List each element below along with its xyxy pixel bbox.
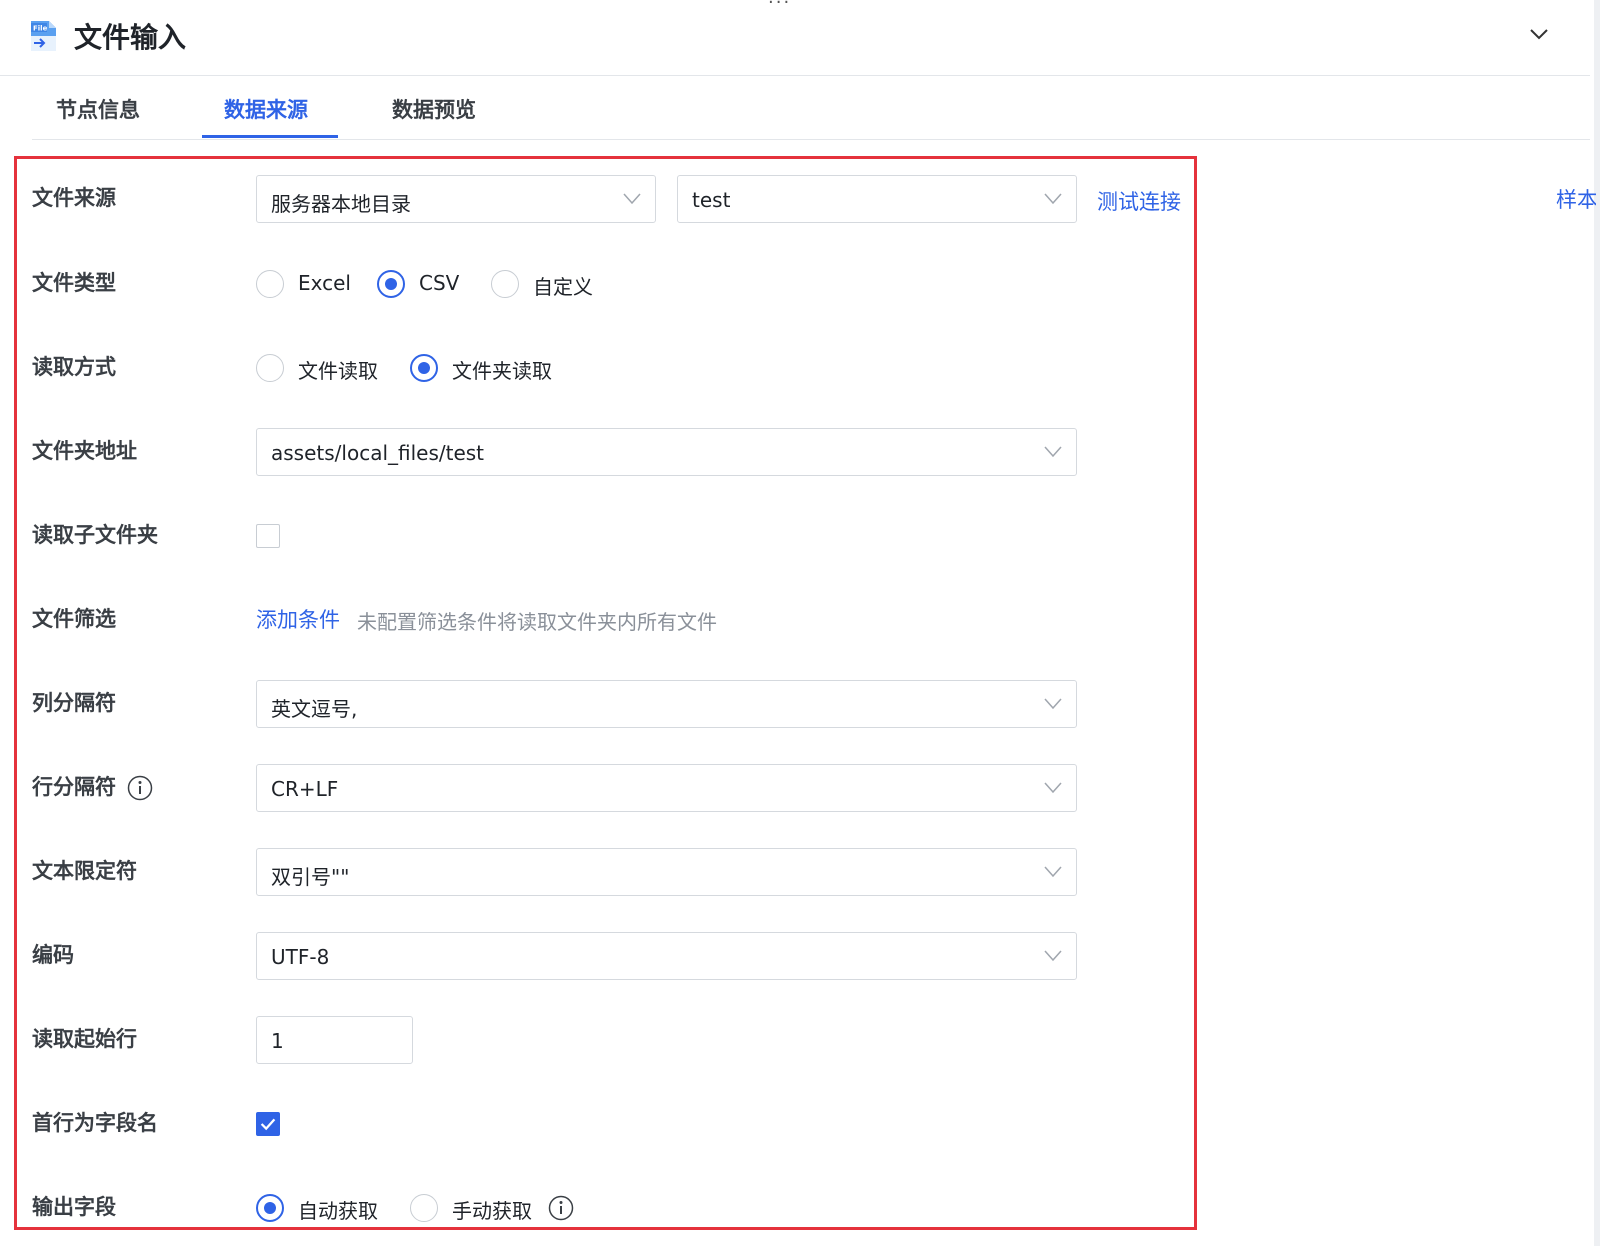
- file-type-csv-radio[interactable]: [377, 270, 405, 298]
- file-type-excel-label[interactable]: Excel: [298, 271, 351, 295]
- folder-path-label: 文件夹地址: [32, 439, 137, 463]
- read-subfolders-label: 读取子文件夹: [32, 523, 158, 547]
- file-type-custom-radio[interactable]: [491, 270, 519, 298]
- row-separator-value: CR+LF: [271, 777, 339, 801]
- row-separator-select[interactable]: CR+LF: [256, 764, 1077, 812]
- encoding-select[interactable]: UTF-8: [256, 932, 1077, 980]
- output-fields-auto-radio[interactable]: [256, 1194, 284, 1222]
- chevron-down-icon: [1044, 446, 1062, 458]
- connection-value: test: [692, 188, 731, 212]
- chevron-down-icon[interactable]: [1527, 22, 1551, 46]
- folder-path-select[interactable]: assets/local_files/test: [256, 428, 1077, 476]
- page-title: 文件输入: [74, 21, 187, 54]
- chevron-down-icon: [1044, 950, 1062, 962]
- file-source-label: 文件来源: [32, 186, 116, 210]
- active-tab-indicator: [202, 135, 338, 138]
- encoding-label: 编码: [32, 943, 74, 967]
- file-input-icon: File: [31, 21, 56, 51]
- connection-select[interactable]: test: [677, 175, 1077, 223]
- text-qualifier-label: 文本限定符: [32, 859, 137, 883]
- tab-data-source[interactable]: 数据来源: [224, 94, 308, 124]
- add-condition-link[interactable]: 添加条件: [256, 604, 340, 634]
- first-row-header-checkbox[interactable]: [256, 1112, 280, 1136]
- info-icon[interactable]: [127, 775, 153, 801]
- chevron-down-icon: [1044, 866, 1062, 878]
- chevron-down-icon: [1044, 698, 1062, 710]
- output-fields-label: 输出字段: [32, 1195, 116, 1219]
- start-row-value: 1: [271, 1029, 284, 1053]
- file-filter-hint: 未配置筛选条件将读取文件夹内所有文件: [357, 610, 717, 634]
- source-type-value: 服务器本地目录: [271, 192, 411, 216]
- sample-link[interactable]: 样本: [1556, 184, 1596, 214]
- tab-data-preview[interactable]: 数据预览: [392, 94, 476, 124]
- read-mode-file-radio[interactable]: [256, 354, 284, 382]
- chevron-down-icon: [1044, 782, 1062, 794]
- column-separator-value: 英文逗号,: [271, 697, 358, 721]
- test-connection-link[interactable]: 测试连接: [1097, 186, 1181, 216]
- folder-path-value: assets/local_files/test: [271, 441, 485, 465]
- read-mode-label: 读取方式: [32, 355, 116, 379]
- column-separator-select[interactable]: 英文逗号,: [256, 680, 1077, 728]
- text-qualifier-value: 双引号"": [271, 865, 350, 889]
- row-separator-label: 行分隔符: [32, 775, 116, 799]
- start-row-label: 读取起始行: [32, 1027, 137, 1051]
- output-fields-manual-label[interactable]: 手动获取: [452, 1195, 532, 1224]
- chevron-down-icon: [623, 193, 641, 205]
- chevron-down-icon: [1044, 193, 1062, 205]
- tab-node-info[interactable]: 节点信息: [56, 94, 140, 124]
- tab-bar: 节点信息 数据来源 数据预览: [32, 80, 1590, 140]
- source-type-select[interactable]: 服务器本地目录: [256, 175, 656, 223]
- read-mode-folder-radio[interactable]: [410, 354, 438, 382]
- output-fields-auto-label[interactable]: 自动获取: [298, 1195, 378, 1224]
- column-separator-label: 列分隔符: [32, 691, 116, 715]
- svg-text:File: File: [33, 25, 48, 33]
- file-type-custom-label[interactable]: 自定义: [533, 271, 593, 300]
- info-icon[interactable]: [548, 1195, 574, 1221]
- read-mode-file-label[interactable]: 文件读取: [298, 355, 378, 384]
- read-mode-folder-label[interactable]: 文件夹读取: [452, 355, 552, 384]
- output-fields-manual-radio[interactable]: [410, 1194, 438, 1222]
- text-qualifier-select[interactable]: 双引号"": [256, 848, 1077, 896]
- file-type-csv-label[interactable]: CSV: [419, 271, 459, 295]
- file-type-excel-radio[interactable]: [256, 270, 284, 298]
- first-row-header-label: 首行为字段名: [32, 1111, 158, 1135]
- read-subfolders-checkbox[interactable]: [256, 524, 280, 548]
- encoding-value: UTF-8: [271, 945, 330, 969]
- file-filter-label: 文件筛选: [32, 607, 116, 631]
- node-header: File 文件输入: [0, 0, 1590, 76]
- start-row-input[interactable]: 1: [256, 1016, 413, 1064]
- check-icon: [260, 1118, 276, 1131]
- file-type-label: 文件类型: [32, 271, 116, 295]
